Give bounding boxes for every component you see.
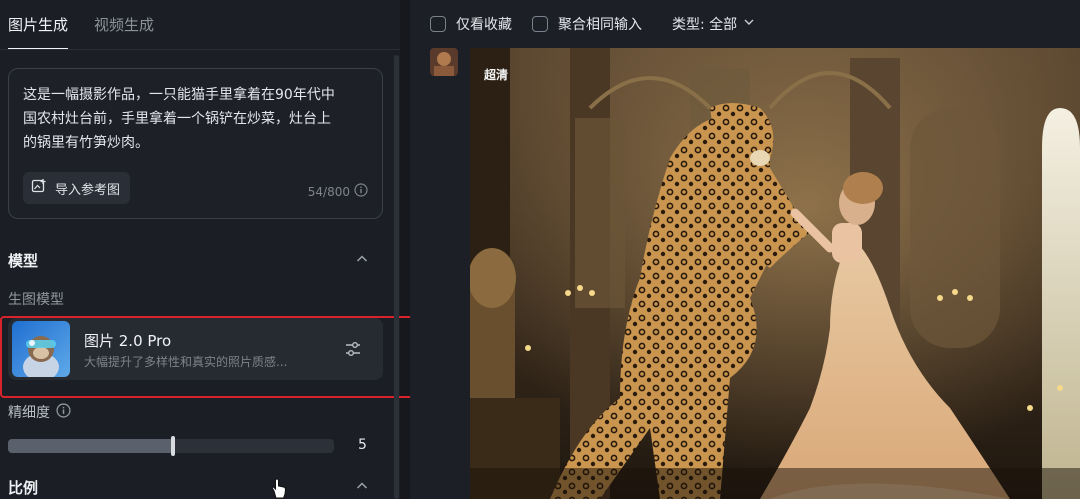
detail-value: 5: [358, 437, 367, 453]
type-select-label: 类型: 全部: [672, 17, 738, 33]
favorites-label: 仅看收藏: [456, 17, 512, 33]
prompt-text[interactable]: 这是一幅摄影作品，一只能猫手里拿着在90年代中 国农村灶台前，手里拿着一个锅铲在…: [23, 83, 368, 155]
detail-label: 精细度: [8, 402, 71, 422]
chevron-up-icon[interactable]: [354, 478, 370, 494]
merge-label: 聚合相同输入: [558, 17, 642, 33]
model-description: 大幅提升了多样性和真实的照片质感...: [84, 355, 288, 369]
merge-inputs-filter[interactable]: 聚合相同输入: [532, 14, 642, 34]
chevron-up-icon[interactable]: [354, 251, 370, 267]
model-name: 图片 2.0 Pro: [84, 332, 172, 350]
prompt-avatar[interactable]: [430, 48, 458, 76]
merge-checkbox[interactable]: [532, 16, 548, 32]
char-count: 54/800: [308, 183, 368, 200]
slider-fill: [8, 439, 171, 453]
model-thumbnail: [12, 321, 70, 377]
sliders-icon[interactable]: [343, 339, 363, 359]
type-select[interactable]: 类型: 全部: [672, 14, 755, 34]
info-icon[interactable]: [354, 183, 368, 200]
import-reference-label: 导入参考图: [55, 182, 121, 198]
left-scrollbar[interactable]: [394, 55, 399, 499]
quality-badge: 超清: [484, 68, 509, 82]
info-icon[interactable]: [56, 402, 71, 422]
favorites-checkbox[interactable]: [430, 16, 446, 32]
right-panel: 仅看收藏 聚合相同输入 类型: 全部 超清: [410, 0, 1080, 499]
generated-image[interactable]: [470, 48, 1080, 499]
image-upload-icon: [31, 178, 47, 198]
char-count-text: 54/800: [307, 184, 350, 199]
model-section-title: 模型: [8, 252, 39, 270]
mode-tabs: 图片生成 视频生成: [8, 0, 154, 50]
prompt-input[interactable]: 这是一幅摄影作品，一只能猫手里拿着在90年代中 国农村灶台前，手里拿着一个锅铲在…: [8, 68, 383, 219]
hand-cursor-icon: [270, 478, 288, 499]
detail-label-text: 精细度: [8, 405, 50, 421]
detail-slider[interactable]: [8, 436, 334, 456]
slider-handle[interactable]: [171, 436, 175, 456]
model-card[interactable]: 图片 2.0 Pro 大幅提升了多样性和真实的照片质感...: [8, 318, 383, 380]
favorites-only-filter[interactable]: 仅看收藏: [430, 14, 512, 34]
model-sub-label: 生图模型: [8, 292, 64, 308]
tab-video-generation[interactable]: 视频生成: [94, 0, 154, 50]
import-reference-button[interactable]: 导入参考图: [23, 172, 131, 204]
tab-image-generation[interactable]: 图片生成: [8, 0, 69, 50]
filter-bar: 仅看收藏 聚合相同输入 类型: 全部: [430, 0, 755, 48]
tabs-divider: [0, 49, 400, 50]
left-panel: 图片生成 视频生成 这是一幅摄影作品，一只能猫手里拿着在90年代中 国农村灶台前…: [0, 0, 419, 499]
chevron-down-icon: [743, 16, 755, 32]
ratio-section-title: 比例: [8, 479, 39, 497]
